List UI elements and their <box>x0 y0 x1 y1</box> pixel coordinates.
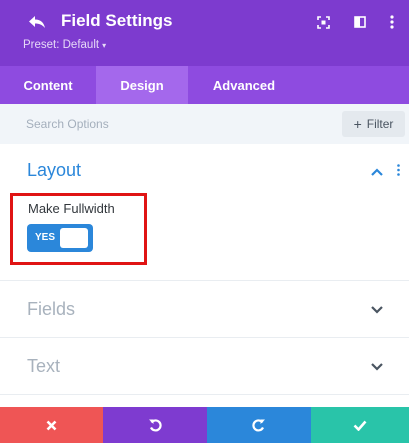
toggle-state-text: YES <box>35 232 56 243</box>
tab-content[interactable]: Content <box>0 66 96 104</box>
more-vertical-icon <box>396 164 400 176</box>
section-title-text[interactable]: Text <box>27 356 60 377</box>
preset-label: Preset: Default <box>23 39 100 51</box>
more-vertical-icon <box>390 15 394 29</box>
search-input[interactable] <box>12 111 332 137</box>
divider <box>0 394 409 395</box>
divider <box>0 337 409 338</box>
settings-header: Field Settings Preset: Default ▾ <box>0 0 409 66</box>
make-fullwidth-toggle[interactable]: YES <box>27 224 93 252</box>
chevron-down-icon <box>371 363 383 371</box>
check-icon <box>353 420 367 431</box>
more-options-button[interactable] <box>382 12 402 32</box>
section-title-fields[interactable]: Fields <box>27 299 75 320</box>
save-button[interactable] <box>311 407 409 443</box>
undo-button[interactable] <box>103 407 207 443</box>
tab-design[interactable]: Design <box>96 66 188 104</box>
section-options-button[interactable] <box>393 162 403 178</box>
close-icon <box>46 420 57 430</box>
section-title-layout[interactable]: Layout <box>27 160 81 181</box>
back-icon <box>29 16 45 28</box>
toggle-knob <box>60 228 88 248</box>
expand-text-button[interactable] <box>369 361 385 373</box>
divider <box>0 280 409 281</box>
make-fullwidth-label: Make Fullwidth <box>28 201 115 216</box>
page-title: Field Settings <box>61 11 173 30</box>
focus-button[interactable] <box>313 12 333 32</box>
chevron-up-icon <box>371 168 383 176</box>
plus-icon: + <box>353 116 362 132</box>
tab-bar: Content Design Advanced <box>0 66 409 104</box>
tab-advanced[interactable]: Advanced <box>188 66 300 104</box>
caret-down-icon: ▾ <box>102 40 107 50</box>
split-view-icon <box>354 16 366 28</box>
chevron-down-icon <box>371 306 383 314</box>
collapse-layout-button[interactable] <box>369 166 385 178</box>
redo-icon <box>252 419 265 432</box>
filter-label: Filter <box>366 117 394 131</box>
filter-button[interactable]: + Filter <box>342 111 405 137</box>
discard-button[interactable] <box>0 407 103 443</box>
focus-icon <box>316 15 330 29</box>
footer-actions <box>0 407 409 443</box>
preset-dropdown[interactable]: Preset: Default ▾ <box>23 39 106 51</box>
undo-icon <box>149 419 162 432</box>
back-button[interactable] <box>26 12 48 32</box>
split-view-button[interactable] <box>350 12 370 32</box>
redo-button[interactable] <box>207 407 311 443</box>
expand-fields-button[interactable] <box>369 304 385 316</box>
